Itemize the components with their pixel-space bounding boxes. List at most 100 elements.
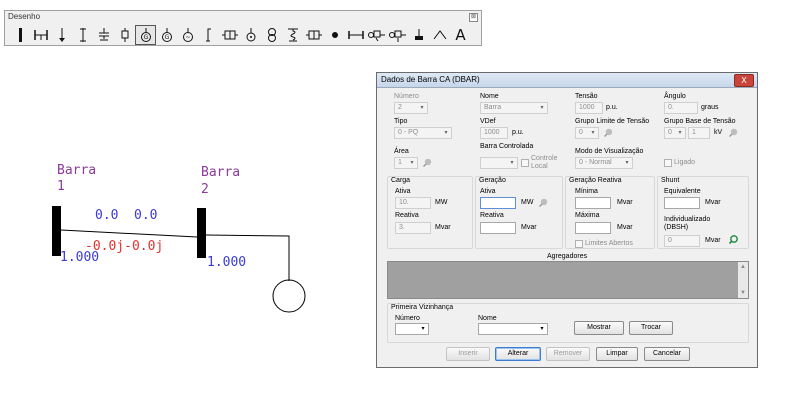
area-select[interactable]: 1 ▾ xyxy=(394,157,418,169)
device-3-icon[interactable] xyxy=(387,25,408,45)
carga-reativa-unit: Mvar xyxy=(435,224,451,231)
limites-abertos-checkbox[interactable] xyxy=(575,240,583,248)
tipo-label: Tipo xyxy=(394,118,408,125)
individualizado-field[interactable]: 0 xyxy=(664,235,700,247)
generator-icon[interactable]: G xyxy=(135,25,156,45)
barra-controlada-label: Barra Controlada xyxy=(480,143,534,150)
close-icon[interactable]: X xyxy=(734,74,754,87)
grupo-limite-select[interactable]: 0 ▾ xyxy=(575,127,599,139)
carga-reativa-field[interactable]: 3. xyxy=(395,222,431,234)
area-value: 1 xyxy=(398,159,402,166)
geracao-ativa-field[interactable] xyxy=(480,197,516,209)
generator-2-icon[interactable]: G xyxy=(156,25,177,45)
agregadores-list[interactable]: ▲ ▼ xyxy=(387,261,749,299)
equivalente-unit: Mvar xyxy=(705,199,721,206)
node-icon[interactable] xyxy=(324,25,345,45)
grupo-limite-label: Grupo Limite de Tensão xyxy=(575,118,650,125)
arc-icon[interactable] xyxy=(429,25,450,45)
text-icon[interactable]: A xyxy=(450,25,471,45)
device-2-icon[interactable] xyxy=(366,25,387,45)
ground-icon[interactable] xyxy=(408,25,429,45)
dialog-titlebar[interactable]: Dados de Barra CA (DBAR) X xyxy=(377,73,757,88)
inserir-button[interactable]: Inserir xyxy=(446,347,490,361)
search-icon[interactable] xyxy=(729,128,738,137)
line-icon[interactable] xyxy=(30,25,51,45)
modo-select[interactable]: 0 - Normal ▾ xyxy=(575,157,633,169)
shunt-title: Shunt xyxy=(661,177,680,184)
numero-select[interactable]: 2 ▾ xyxy=(394,102,428,114)
scroll-up-icon[interactable]: ▲ xyxy=(740,264,746,270)
equivalente-label: Equivalente xyxy=(664,188,701,195)
geracao-reativa-title: Geração Reativa xyxy=(569,177,622,184)
capacitor-icon[interactable] xyxy=(93,25,114,45)
tipo-select[interactable]: 0 - PQ ▾ xyxy=(394,127,452,139)
search-icon[interactable] xyxy=(604,128,613,137)
transformer-icon[interactable] xyxy=(114,25,135,45)
chevron-down-icon: ▾ xyxy=(510,160,514,166)
dialog-title: Dados de Barra CA (DBAR) xyxy=(381,75,480,84)
limpar-button[interactable]: Limpar xyxy=(596,347,638,361)
remover-button[interactable]: Remover xyxy=(546,347,590,361)
nome-select[interactable]: Barra ▾ xyxy=(480,102,548,114)
transformer-3w-icon[interactable] xyxy=(261,25,282,45)
generator-3-icon[interactable]: ~ xyxy=(177,25,198,45)
shunt-icon[interactable] xyxy=(72,25,93,45)
equivalente-field[interactable] xyxy=(664,197,700,209)
vdef-label: VDef xyxy=(480,118,496,125)
toolbar-close-icon[interactable]: ⊠ xyxy=(469,13,478,22)
geracao-reativa-field[interactable] xyxy=(480,222,516,234)
mostrar-button[interactable]: Mostrar xyxy=(574,321,624,335)
vizinhanca-title: Primeira Vizinhança xyxy=(391,304,454,311)
svg-text:G: G xyxy=(143,34,148,41)
barra-controlada-select[interactable]: ▾ xyxy=(480,157,518,169)
carga-ativa-field[interactable]: 10. xyxy=(395,197,431,209)
bus-2-voltage: 1.000 xyxy=(207,255,247,270)
drawing-toolbar: Desenho ⊠ G G ~ A xyxy=(4,10,482,46)
scroll-down-icon[interactable]: ▼ xyxy=(740,290,746,296)
ligado-checkbox[interactable] xyxy=(664,159,672,167)
angulo-field[interactable]: 0. xyxy=(664,102,698,114)
vdef-unit: p.u. xyxy=(512,129,524,136)
reactor-icon[interactable] xyxy=(282,25,303,45)
chevron-down-icon: ▾ xyxy=(540,326,544,332)
bus-2-name: Barra xyxy=(201,165,241,180)
shunt-element-circle xyxy=(272,279,306,313)
search-icon[interactable] xyxy=(423,158,432,167)
carga-reativa-label: Reativa xyxy=(395,212,419,219)
cancelar-button[interactable]: Cancelar xyxy=(644,347,690,361)
chevron-down-icon: ▾ xyxy=(420,105,424,111)
grupo-base-select[interactable]: 0 ▾ xyxy=(664,127,686,139)
motor-icon[interactable] xyxy=(240,25,261,45)
one-line-diagram: Barra 1 Barra 2 0.0 0.0 -0.0j-0.0j 1.000… xyxy=(0,60,370,400)
device-icon[interactable] xyxy=(303,25,324,45)
link-icon[interactable] xyxy=(198,25,219,45)
trocar-button[interactable]: Trocar xyxy=(629,321,673,335)
vizinhanca-nome-select[interactable]: ▾ xyxy=(478,323,548,335)
search-icon[interactable] xyxy=(729,235,738,244)
grupo-base-label: Grupo Base de Tensão xyxy=(664,118,736,125)
vizinhanca-numero-select[interactable]: ▾ xyxy=(395,323,429,335)
flow-p2-label: 0.0 xyxy=(134,208,158,223)
load-icon[interactable] xyxy=(51,25,72,45)
bar-icon[interactable] xyxy=(9,25,30,45)
switch-icon[interactable] xyxy=(219,25,240,45)
chevron-down-icon: ▾ xyxy=(540,105,544,111)
bus-1-name: Barra xyxy=(57,163,97,178)
line-2-icon[interactable] xyxy=(345,25,366,45)
tensao-unit: p.u. xyxy=(606,104,618,111)
controle-local-label: Controle Local xyxy=(531,155,558,170)
bus-2-number: 2 xyxy=(201,182,209,197)
maxima-field[interactable] xyxy=(575,222,611,234)
minima-field[interactable] xyxy=(575,197,611,209)
vdef-field[interactable]: 1000 xyxy=(480,127,508,139)
alterar-button[interactable]: Alterar xyxy=(495,347,541,361)
search-icon[interactable] xyxy=(539,198,548,207)
tensao-field[interactable]: 1000 xyxy=(575,102,603,114)
flow-p-label: 0.0 xyxy=(95,208,119,223)
carga-ativa-unit: MW xyxy=(435,199,448,206)
grupo-base-kv-field[interactable]: 1 xyxy=(688,127,710,139)
controle-local-checkbox[interactable] xyxy=(521,159,529,167)
agregadores-scrollbar[interactable]: ▲ ▼ xyxy=(738,262,748,298)
bus-1-bar xyxy=(52,206,61,256)
geracao-title: Geração xyxy=(479,177,506,184)
